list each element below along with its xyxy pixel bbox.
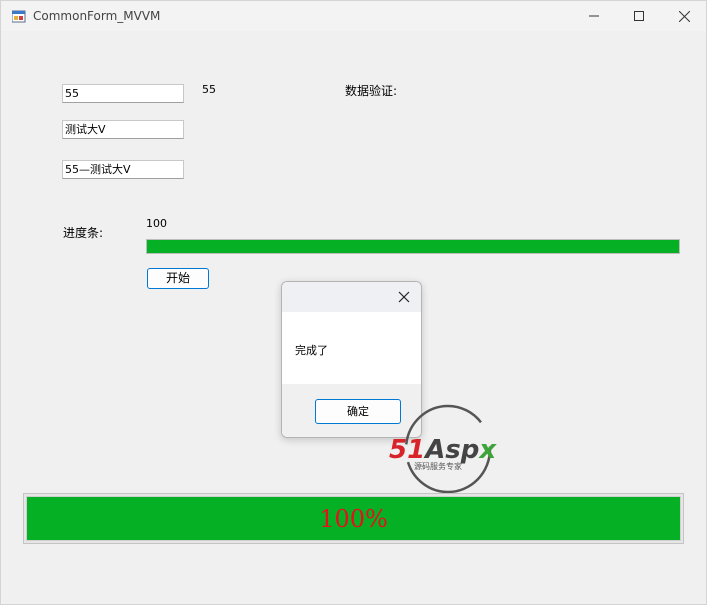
dialog-message: 完成了 xyxy=(295,344,328,357)
maximize-button[interactable] xyxy=(616,1,662,31)
number-label: 55 xyxy=(202,83,216,96)
maximize-icon xyxy=(634,11,644,21)
watermark-brand: 51Aspx xyxy=(389,435,497,465)
name-input[interactable]: 测试大V xyxy=(62,120,184,139)
progress-bar-fill xyxy=(147,240,679,253)
percent-progress-fill: 100% xyxy=(26,496,681,541)
dialog-close-button[interactable] xyxy=(396,289,412,305)
app-icon xyxy=(11,9,26,23)
progress-label: 进度条: xyxy=(63,226,104,240)
number-input[interactable]: 55 xyxy=(62,84,184,103)
main-window: CommonForm_MVVM 55 55 数据验证: 测试大V 55—测试大V… xyxy=(0,0,707,605)
close-button[interactable] xyxy=(661,1,706,31)
watermark-tagline: 源码服务专家 xyxy=(414,461,462,471)
percent-progress-bar: 100% xyxy=(23,493,684,544)
watermark-logo: 51Aspx 源码服务专家 xyxy=(389,404,497,494)
progress-value-text: 100 xyxy=(146,217,167,230)
start-button[interactable]: 开始 xyxy=(147,268,209,289)
progress-bar xyxy=(146,239,680,254)
validation-label: 数据验证: xyxy=(345,84,398,98)
minimize-button[interactable] xyxy=(571,1,617,31)
window-title: CommonForm_MVVM xyxy=(33,9,161,23)
percent-text: 100% xyxy=(319,504,388,533)
combined-input[interactable]: 55—测试大V xyxy=(62,160,184,179)
close-icon xyxy=(678,10,690,22)
minimize-icon xyxy=(589,15,599,17)
close-icon xyxy=(398,291,410,303)
title-bar: CommonForm_MVVM xyxy=(1,1,706,31)
